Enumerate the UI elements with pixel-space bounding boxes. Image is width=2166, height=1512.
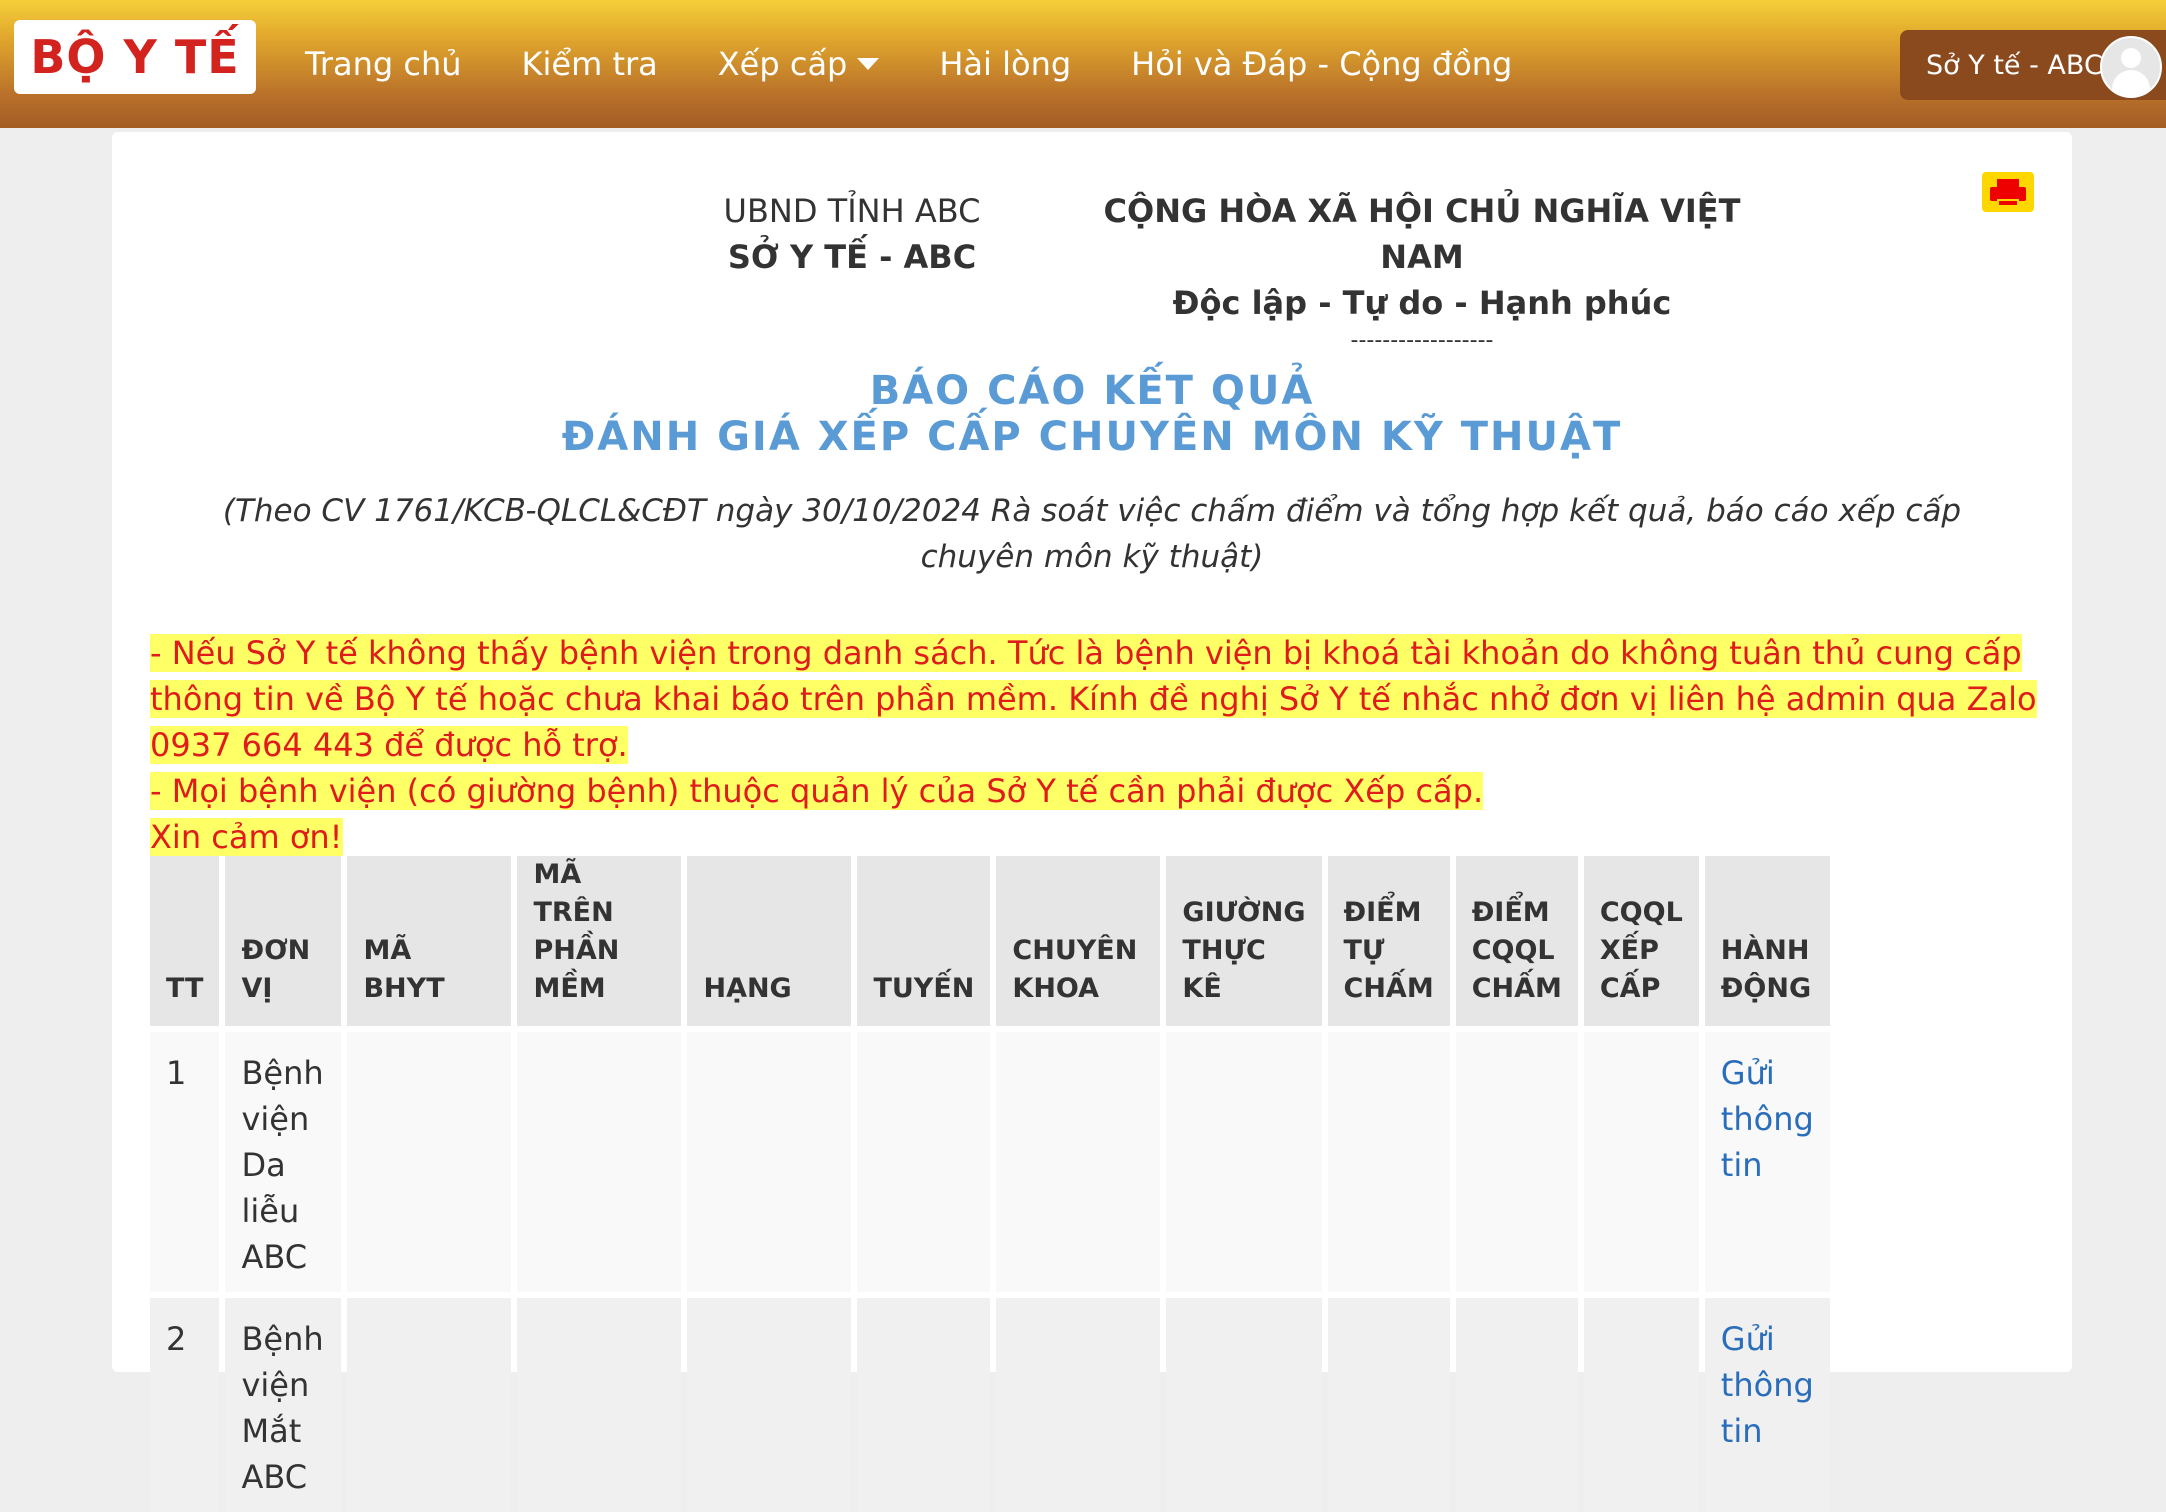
nav-item-ranking[interactable]: Xếp cấp [718, 45, 880, 83]
nav-item-satisfaction[interactable]: Hài lòng [939, 45, 1071, 83]
national-header: CỘNG HÒA XÃ HỘI CHỦ NGHĨA VIỆT NAM Độc l… [1072, 188, 1772, 356]
notice-box: - Nếu Sở Y tế không thấy bệnh viện trong… [150, 630, 2070, 860]
nav-item-label: Hài lòng [939, 45, 1072, 83]
cell-agency-rank [1583, 1292, 1699, 1512]
top-navbar: BỘ Y TẾ Trang chủ Kiểm tra Xếp cấp Hài l… [0, 0, 2166, 128]
main-menu: Trang chủ Kiểm tra Xếp cấp Hài lòng Hỏi … [305, 0, 1572, 128]
cell-bhyt [347, 1292, 512, 1512]
cell-agency-score [1455, 1292, 1578, 1512]
cell-software-code [517, 1026, 682, 1292]
nav-item-label: Hỏi và Đáp - Cộng đồng [1131, 45, 1513, 83]
user-menu[interactable]: Sở Y tế - ABC [1900, 30, 2166, 100]
nav-item-label: Kiểm tra [521, 45, 658, 83]
cell-beds [1166, 1026, 1322, 1292]
column-header: ĐƠN VỊ [225, 856, 342, 1026]
table-header-row: TT ĐƠN VỊ MÃ BHYT MÃ TRÊN PHẦN MỀM HẠNG … [150, 856, 1830, 1026]
header-divider: ------------------ [1350, 328, 1494, 353]
column-header: MÃ BHYT [347, 856, 512, 1026]
send-info-link[interactable]: Gửi thông tin [1721, 1320, 1814, 1450]
report-title-line2: ĐÁNH GIÁ XẾP CẤP CHUYÊN MÔN KỸ THUẬT [561, 414, 1623, 460]
province-name: UBND TỈNH ABC [723, 192, 981, 230]
cell-self-score [1327, 1292, 1450, 1512]
ranking-table: TT ĐƠN VỊ MÃ BHYT MÃ TRÊN PHẦN MỀM HẠNG … [144, 856, 1836, 1512]
notice-line: - Mọi bệnh viện (có giường bệnh) thuộc q… [150, 772, 1484, 810]
report-title: BÁO CÁO KẾT QUẢ ĐÁNH GIÁ XẾP CẤP CHUYÊN … [112, 368, 2072, 460]
cell-software-code [517, 1292, 682, 1512]
nav-item-home[interactable]: Trang chủ [305, 45, 462, 83]
send-info-link[interactable]: Gửi thông tin [1721, 1054, 1814, 1184]
column-header: GIƯỜNG THỰC KÊ [1166, 856, 1322, 1026]
cell-level [857, 1026, 991, 1292]
column-header: MÃ TRÊN PHẦN MỀM [517, 856, 682, 1026]
cell-rank [687, 1292, 852, 1512]
report-subtitle: (Theo CV 1761/KCB-QLCL&CĐT ngày 30/10/20… [222, 493, 1962, 575]
table-row: 1 Bệnh viện Da liễu ABC Gửi thông tin [150, 1026, 1830, 1292]
nav-item-inspection[interactable]: Kiểm tra [522, 45, 658, 83]
cell-unit: Bệnh viện Mắt ABC [225, 1292, 342, 1512]
cell-specialty [996, 1026, 1161, 1292]
caret-down-icon [857, 58, 880, 70]
column-header: HÀNH ĐỘNG [1704, 856, 1830, 1026]
column-header: HẠNG [687, 856, 852, 1026]
avatar-icon [2100, 36, 2162, 98]
cell-agency-score [1455, 1026, 1578, 1292]
cell-specialty [996, 1292, 1161, 1512]
column-header: CQQL XẾP CẤP [1583, 856, 1699, 1026]
notice-thanks: Xin cảm ơn! [150, 818, 343, 856]
report-card: UBND TỈNH ABC SỞ Y TẾ - ABC CỘNG HÒA XÃ … [112, 132, 2072, 1512]
country-name: CỘNG HÒA XÃ HỘI CHỦ NGHĨA VIỆT NAM [1103, 192, 1741, 276]
cell-rank [687, 1026, 852, 1292]
nav-item-label: Xếp cấp [717, 45, 848, 83]
column-header: ĐIỂM TỰ CHẤM [1327, 856, 1450, 1026]
cell-level [857, 1292, 991, 1512]
cell-action: Gửi thông tin [1704, 1026, 1830, 1292]
cell-beds [1166, 1292, 1322, 1512]
column-header: TUYẾN [857, 856, 991, 1026]
cell-self-score [1327, 1026, 1450, 1292]
cell-unit: Bệnh viện Da liễu ABC [225, 1026, 342, 1292]
table-row: 2 Bệnh viện Mắt ABC Gửi thông tin [150, 1292, 1830, 1512]
notice-line: - Nếu Sở Y tế không thấy bệnh viện trong… [150, 634, 2037, 764]
department-name: SỞ Y TẾ - ABC [727, 238, 977, 276]
national-motto: Độc lập - Tự do - Hạnh phúc [1172, 284, 1672, 322]
cell-bhyt [347, 1026, 512, 1292]
print-button[interactable] [1982, 172, 2034, 212]
report-title-line1: BÁO CÁO KẾT QUẢ [869, 368, 1315, 414]
column-header: TT [150, 856, 220, 1026]
cell-agency-rank [1583, 1026, 1699, 1292]
agency-header: UBND TỈNH ABC SỞ Y TẾ - ABC [592, 188, 1112, 280]
column-header: ĐIỂM CQQL CHẤM [1455, 856, 1578, 1026]
column-header: CHUYÊN KHOA [996, 856, 1161, 1026]
cell-action: Gửi thông tin [1704, 1292, 1830, 1512]
cell-tt: 2 [150, 1292, 220, 1512]
nav-item-community-qa[interactable]: Hỏi và Đáp - Cộng đồng [1131, 45, 1512, 83]
cell-tt: 1 [150, 1026, 220, 1292]
nav-item-label: Trang chủ [305, 45, 462, 83]
logo[interactable]: BỘ Y TẾ [14, 20, 256, 94]
user-name: Sở Y tế - ABC [1926, 49, 2103, 81]
